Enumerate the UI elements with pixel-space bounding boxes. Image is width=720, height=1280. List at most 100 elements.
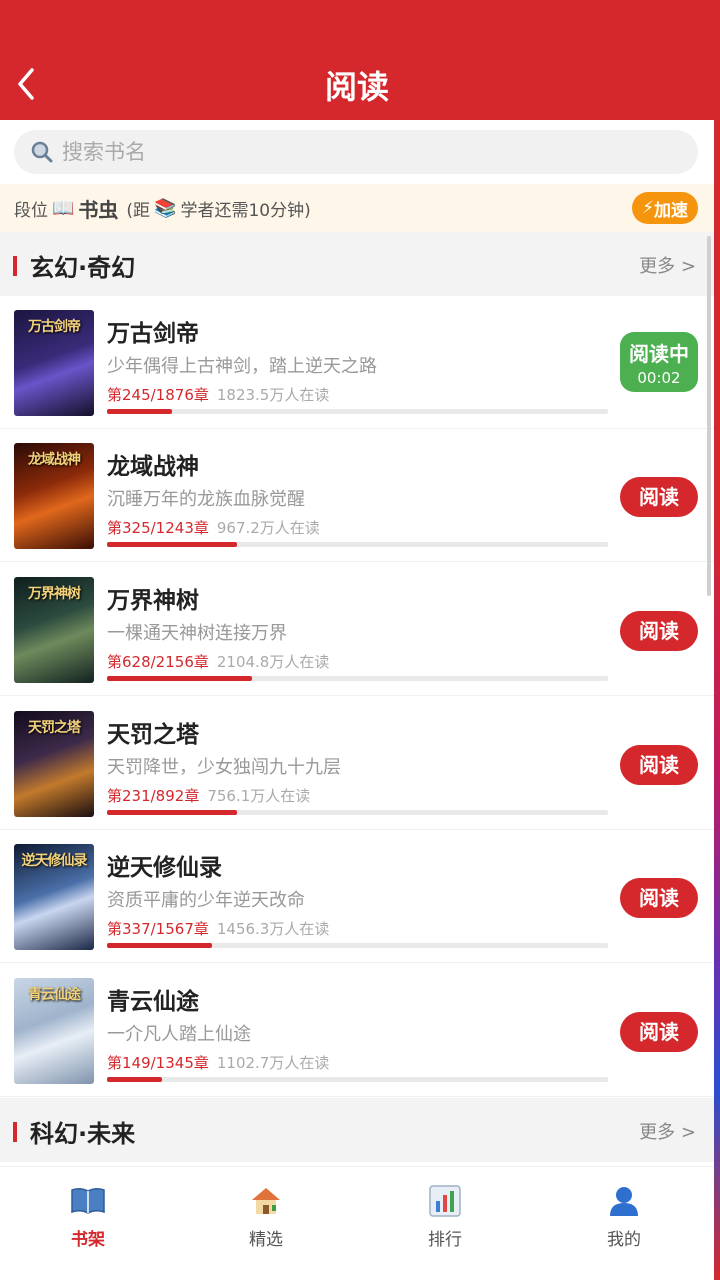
progress-fill (107, 676, 253, 681)
tab-label: 精选 (249, 1230, 283, 1250)
read-button[interactable]: 阅读 (620, 878, 698, 918)
section-title: 玄幻·奇幻 (30, 254, 136, 282)
cover-title: 龙域战神 (28, 452, 81, 468)
progress-track (107, 810, 608, 815)
cover-title: 天罚之塔 (28, 720, 81, 736)
book-row[interactable]: 逆天修仙录 逆天修仙录资质平庸的少年逆天改命第337/1567章 1456.3万人在… (0, 830, 714, 963)
rank-level: 书虫 (78, 197, 119, 222)
book-cover[interactable]: 青云仙途 (14, 978, 94, 1084)
page-title: 阅读 (324, 68, 389, 106)
search-icon (31, 141, 53, 163)
book-description: 一棵通天神树连接万界 (107, 623, 287, 644)
more-link[interactable]: 更多 > (639, 1118, 696, 1144)
book-description: 少年偶得上古神剑，踏上逆天之路 (107, 356, 377, 377)
read-button[interactable]: 阅读 (620, 477, 698, 517)
more-link[interactable]: 更多 > (639, 252, 696, 278)
progress-fill (107, 542, 238, 547)
edge-decoration (714, 0, 720, 1280)
reader-count: 967.2万人在读 (216, 519, 320, 537)
user-icon (610, 1187, 638, 1216)
cover-title: 万界神树 (28, 586, 81, 602)
section-header-fantasy: 玄幻·奇幻 更多 > (0, 232, 714, 296)
chapter-progress-text: 第231/892章 756.1万人在读 (107, 785, 310, 806)
chapter-count: 第628/2156章 (107, 653, 209, 671)
tab-bookshelf[interactable]: 书架 (28, 1183, 148, 1250)
read-button[interactable]: 阅读 (620, 611, 698, 651)
book-title[interactable]: 万古剑帝 (107, 314, 199, 348)
chapter-progress-text: 第245/1876章 1823.5万人在读 (107, 384, 329, 405)
tab-ranking[interactable]: 排行 (385, 1183, 505, 1250)
read-button[interactable]: 阅读 (620, 1012, 698, 1052)
reading-button[interactable]: 阅读中 00:02 (620, 332, 698, 392)
progress-fill (107, 1077, 163, 1082)
book-row[interactable]: 天罚之塔 天罚之塔天罚降世，少女独闯九十九层 第231/892章 756.1万人在读 阅… (0, 697, 714, 830)
section-marker (13, 1122, 17, 1142)
book-title[interactable]: 天罚之塔 (107, 715, 199, 749)
cover-title: 青云仙途 (28, 987, 81, 1003)
chapter-progress-text: 第628/2156章 2104.8万人在读 (107, 651, 329, 672)
chapter-progress-text: 第337/1567章 1456.3万人在读 (107, 918, 329, 939)
reader-count: 756.1万人在读 (207, 787, 311, 805)
reading-label: 阅读中 (629, 342, 689, 366)
chapter-progress-text: 第149/1345章 1102.7万人在读 (107, 1052, 329, 1073)
rank-hint: (距 (126, 200, 151, 221)
book-title[interactable]: 逆天修仙录 (107, 848, 222, 882)
cover-title: 万古剑帝 (28, 319, 81, 335)
chapter-progress-text: 第325/1243章 967.2万人在读 (107, 517, 320, 538)
progress-track (107, 1077, 608, 1082)
book-description: 资质平庸的少年逆天改命 (107, 890, 305, 911)
book-cover[interactable]: 万界神树 (14, 577, 94, 683)
progress-fill (107, 409, 173, 414)
book-cover[interactable]: 万古剑帝 (14, 310, 94, 416)
book-title[interactable]: 万界神树 (107, 581, 199, 615)
tab-profile[interactable]: 我的 (564, 1183, 684, 1250)
reading-time: 00:02 (637, 369, 681, 387)
book-row[interactable]: 万古剑帝 万古剑帝少年偶得上古神剑，踏上逆天之路 第245/1876章 1823.5万… (0, 296, 714, 429)
book-cover[interactable]: 龙域战神 (14, 443, 94, 549)
bottom-tab-bar: 书架 精选 排行 我的 (0, 1166, 714, 1280)
book-row[interactable]: 青云仙途 青云仙途一介凡人踏上仙途 第149/1345章 1102.7万人在读 阅读 (0, 964, 714, 1097)
tab-label: 排行 (428, 1230, 462, 1250)
book-description: 一介凡人踏上仙途 (107, 1024, 251, 1045)
tab-label: 我的 (607, 1230, 641, 1250)
tab-featured[interactable]: 精选 (206, 1183, 326, 1250)
book-cover[interactable]: 逆天修仙录 (14, 844, 94, 950)
scrollbar[interactable] (707, 236, 711, 596)
rank-prefix: 段位 (14, 200, 48, 221)
chapter-count: 第325/1243章 (107, 519, 209, 537)
section-title: 科幻·未来 (30, 1120, 136, 1148)
house-icon (252, 1188, 280, 1214)
boost-button[interactable]: ⚡ 加速 (632, 192, 698, 224)
reader-count: 1102.7万人在读 (216, 1054, 330, 1072)
search-input[interactable] (62, 140, 662, 164)
chapter-count: 第337/1567章 (107, 920, 209, 938)
reader-count: 1823.5万人在读 (216, 386, 330, 404)
book-title[interactable]: 龙域战神 (107, 447, 199, 481)
cover-title: 逆天修仙录 (21, 853, 88, 869)
chapter-count: 第149/1345章 (107, 1054, 209, 1072)
lightning-icon: ⚡ (642, 198, 654, 218)
chart-icon (429, 1185, 461, 1217)
rank-hint-rest: 学者还需10分钟) (180, 200, 311, 221)
progress-fill (107, 810, 238, 815)
section-header-scifi: 科幻·未来 更多 > (0, 1098, 714, 1162)
book-row[interactable]: 万界神树 万界神树一棵通天神树连接万界 第628/2156章 2104.8万人在读 阅读 (0, 563, 714, 696)
search-area (0, 120, 714, 184)
reader-count: 2104.8万人在读 (216, 653, 330, 671)
book-row[interactable]: 龙域战神 龙域战神沉睡万年的龙族血脉觉醒 第325/1243章 967.2万人在读 阅读 (0, 429, 714, 562)
progress-track (107, 943, 608, 948)
book-description: 天罚降世，少女独闯九十九层 (107, 757, 341, 778)
book-description: 沉睡万年的龙族血脉觉醒 (107, 489, 305, 510)
progress-track (107, 542, 608, 547)
search-box[interactable] (14, 130, 698, 174)
progress-track (107, 676, 608, 681)
app-header: 阅读 (0, 0, 714, 120)
chapter-count: 第245/1876章 (107, 386, 209, 404)
book-title[interactable]: 青云仙途 (107, 982, 199, 1016)
read-button[interactable]: 阅读 (620, 745, 698, 785)
books-stack-icon: 📚 (154, 197, 177, 219)
book-icon (71, 1187, 105, 1214)
section-marker (13, 256, 17, 276)
book-cover[interactable]: 天罚之塔 (14, 711, 94, 817)
tab-label: 书架 (71, 1230, 105, 1250)
